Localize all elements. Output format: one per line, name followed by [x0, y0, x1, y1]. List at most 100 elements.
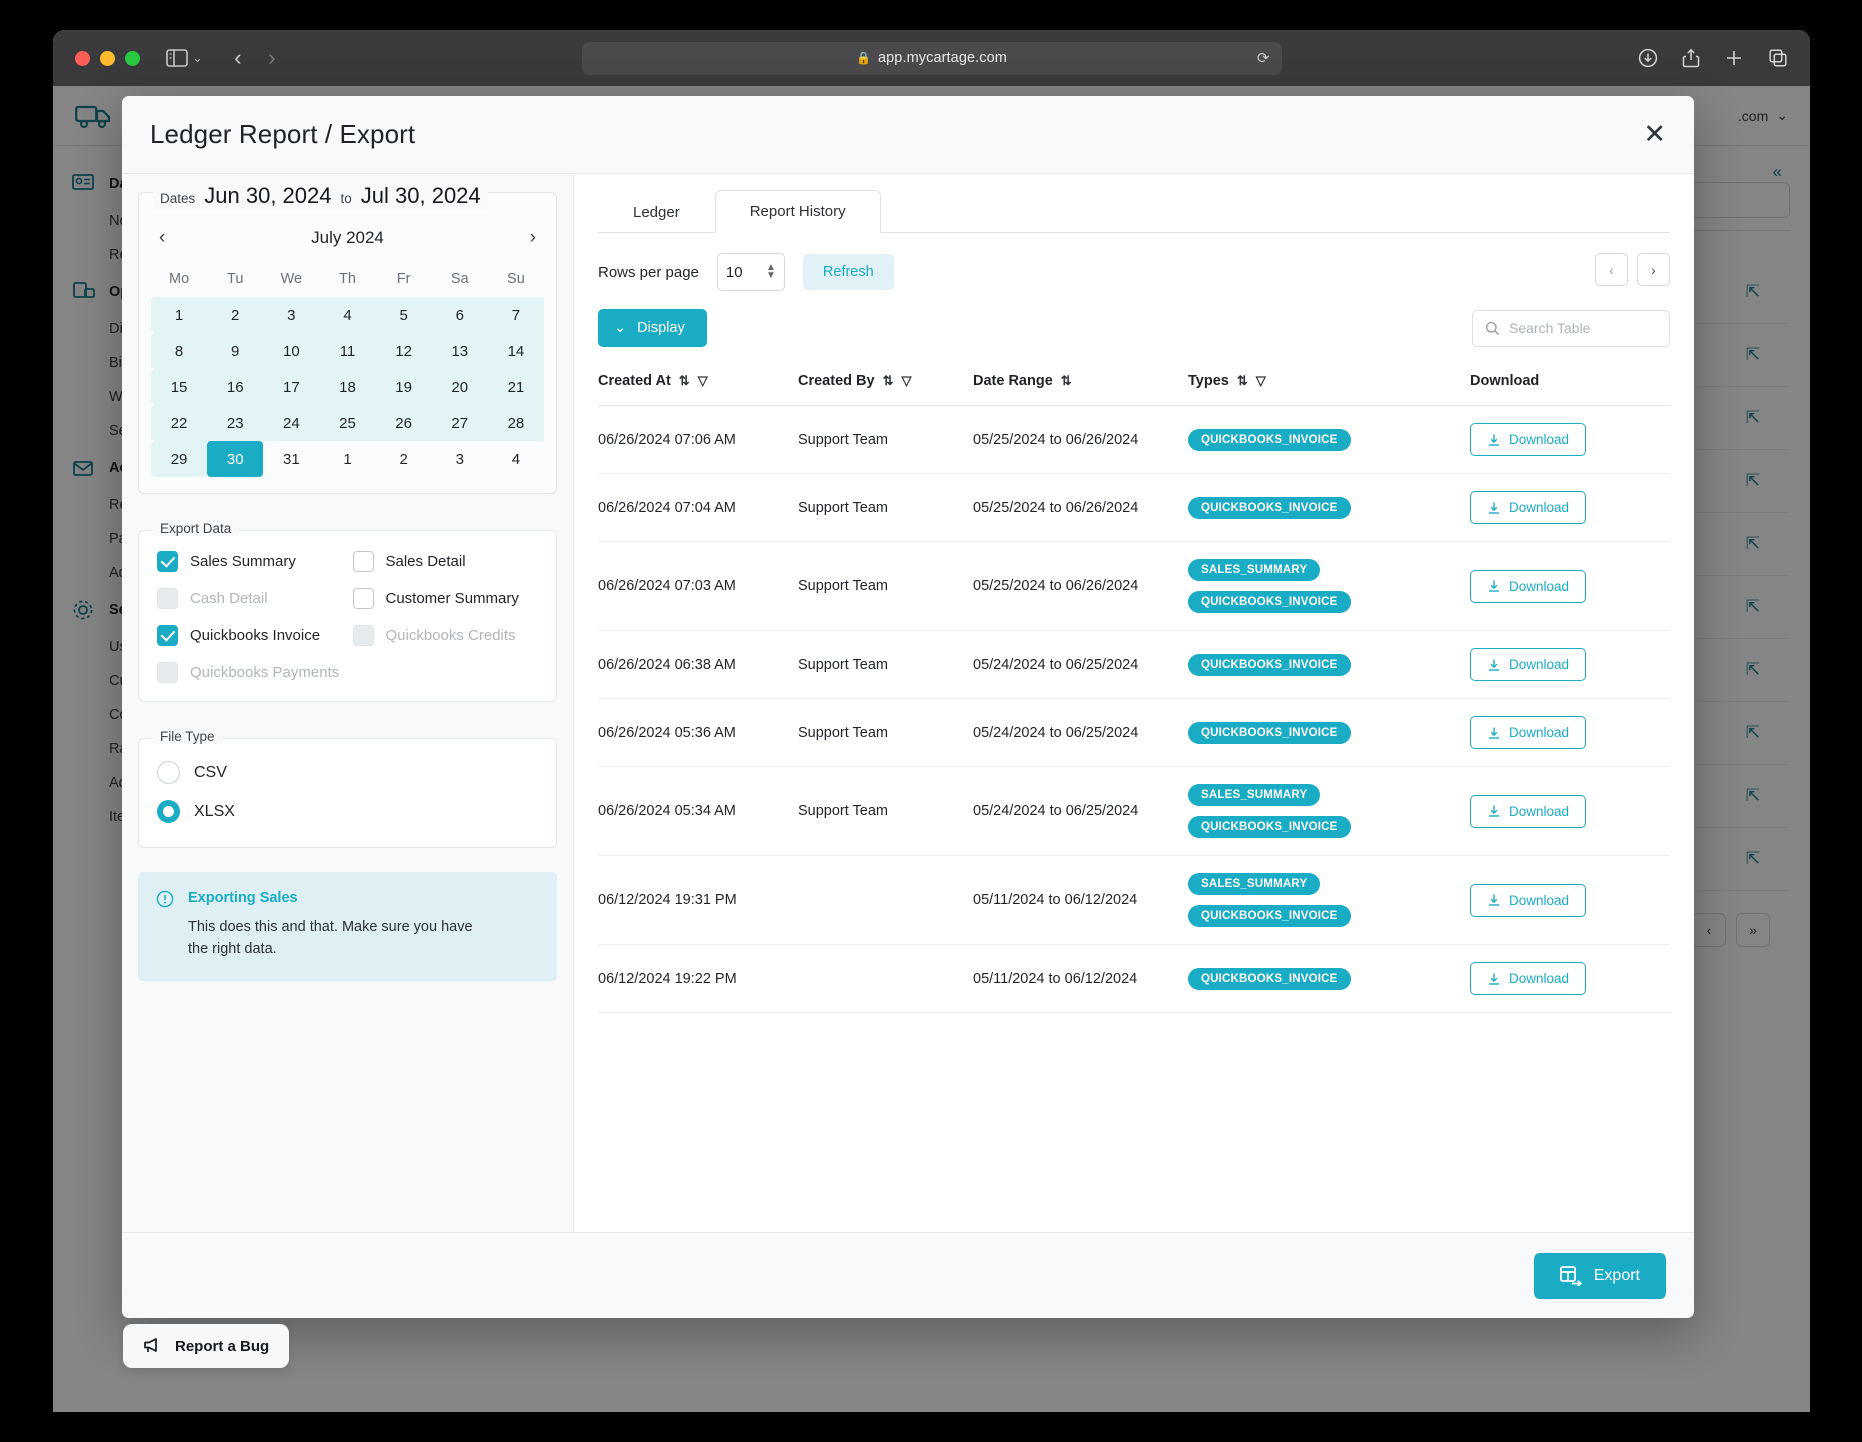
close-window-button[interactable] [75, 50, 90, 66]
table-row[interactable]: 06/26/2024 05:36 AM Support Team 05/24/202… [598, 698, 1670, 767]
download-button[interactable]: Download [1470, 716, 1587, 749]
export-option-customer-summary[interactable]: Customer Summary [352, 588, 539, 609]
calendar-day[interactable]: 12 [375, 333, 432, 369]
calendar-day[interactable]: 3 [263, 297, 320, 333]
date-from-value[interactable]: Jun 30, 2024 [204, 183, 331, 209]
download-button[interactable]: Download [1470, 794, 1587, 828]
calendar-day[interactable]: 28 [487, 405, 544, 441]
calendar-day[interactable]: 13 [431, 333, 488, 369]
rows-per-page-stepper[interactable]: 10 ▲ ▼ [716, 253, 785, 291]
sort-icon[interactable]: ⇅ [1237, 373, 1248, 389]
filter-icon[interactable]: ▽ [901, 373, 911, 389]
sidebar-toggle-icon[interactable] [166, 49, 188, 67]
chevron-right-icon[interactable]: › [530, 227, 536, 249]
table-row[interactable]: 06/26/2024 07:04 AM Support Team 05/25/202… [598, 473, 1670, 542]
address-bar[interactable]: 🔒 app.mycartage.com ⟳ [581, 41, 1282, 75]
report-a-bug-button[interactable]: Report a Bug [123, 1324, 290, 1368]
download-button[interactable]: Download [1470, 962, 1587, 995]
downloads-icon[interactable] [1638, 48, 1658, 68]
table-row[interactable]: 06/26/2024 07:06 AM Support Team 05/25/202… [598, 405, 1670, 474]
search-table-input[interactable]: Search Table [1472, 309, 1670, 347]
calendar-day[interactable]: 17 [263, 369, 320, 405]
calendar-day[interactable]: 7 [487, 297, 544, 333]
calendar-day[interactable]: 16 [207, 369, 264, 405]
download-button[interactable]: Download [1470, 423, 1587, 456]
chevron-down-icon[interactable]: ⌄ [192, 50, 203, 66]
column-header-created-by[interactable]: Created By ⇅ ▽ [798, 373, 973, 406]
checkbox-icon[interactable] [157, 625, 178, 646]
calendar-day[interactable]: 20 [431, 369, 488, 405]
tab-report-history[interactable]: Report History [714, 190, 881, 233]
calendar-day-selected[interactable]: 30 [207, 441, 264, 477]
display-button[interactable]: ⌄ Display [598, 309, 707, 347]
tab-ledger[interactable]: Ledger [598, 191, 715, 233]
export-option-sales-detail[interactable]: Sales Detail [352, 551, 539, 572]
checkbox-icon[interactable] [352, 588, 374, 609]
table-row[interactable]: 06/12/2024 19:31 PM 05/11/2024 to 06/12/2… [598, 855, 1670, 945]
sort-icon[interactable]: ⇅ [883, 373, 894, 389]
calendar-day[interactable]: 29 [151, 441, 208, 477]
back-arrow-icon[interactable]: ‹ [221, 45, 255, 71]
calendar-day[interactable]: 5 [375, 297, 432, 333]
column-header-date-range[interactable]: Date Range ⇅ [973, 373, 1188, 406]
calendar-day[interactable]: 11 [319, 333, 376, 369]
maximize-window-button[interactable] [125, 50, 140, 66]
forward-arrow-icon[interactable]: › [255, 45, 289, 71]
previous-page-button[interactable]: ‹ [1595, 253, 1628, 286]
export-option-quickbooks-invoice[interactable]: Quickbooks Invoice [157, 625, 343, 646]
calendar-day[interactable]: 21 [487, 369, 544, 405]
calendar-day[interactable]: 4 [319, 297, 376, 333]
radio-icon[interactable] [157, 761, 180, 784]
calendar-day[interactable]: 26 [375, 405, 432, 441]
download-button[interactable]: Download [1470, 569, 1587, 603]
calendar-day[interactable]: 14 [487, 333, 544, 369]
close-icon[interactable]: ✕ [1643, 121, 1666, 148]
date-to-value[interactable]: Jul 30, 2024 [361, 183, 481, 209]
file-type-option-csv[interactable]: CSV [157, 761, 538, 784]
download-button[interactable]: Download [1470, 883, 1587, 917]
column-header-types[interactable]: Types ⇅ ▽ [1188, 373, 1470, 406]
calendar-day[interactable]: 2 [207, 297, 264, 333]
calendar-day[interactable]: 9 [207, 333, 264, 369]
refresh-button[interactable]: Refresh [802, 254, 894, 290]
new-tab-icon[interactable] [1724, 48, 1744, 68]
table-row[interactable]: 06/26/2024 06:38 AM Support Team 05/24/202… [598, 630, 1670, 699]
file-type-option-xlsx[interactable]: XLSX [157, 800, 538, 823]
radio-icon[interactable] [157, 800, 180, 823]
download-button[interactable]: Download [1470, 648, 1587, 681]
sort-icon[interactable]: ⇅ [679, 373, 690, 389]
calendar-day[interactable]: 8 [151, 333, 208, 369]
next-page-button[interactable]: › [1637, 253, 1670, 286]
share-icon[interactable] [1682, 48, 1700, 68]
calendar-day[interactable]: 27 [431, 405, 488, 441]
filter-icon[interactable]: ▽ [698, 373, 708, 389]
sort-icon[interactable]: ⇅ [1061, 373, 1072, 389]
table-row[interactable]: 06/26/2024 07:03 AM Support Team 05/25/202… [598, 541, 1670, 631]
column-header-created-at[interactable]: Created At ⇅ ▽ [598, 373, 798, 406]
reload-icon[interactable]: ⟳ [1257, 49, 1270, 67]
checkbox-icon[interactable] [352, 551, 374, 572]
calendar-day[interactable]: 23 [207, 405, 264, 441]
table-row[interactable]: 06/26/2024 05:34 AM Support Team 05/24/202… [598, 766, 1670, 856]
calendar-day[interactable]: 24 [263, 405, 320, 441]
tab-overview-icon[interactable] [1768, 48, 1788, 68]
filter-icon[interactable]: ▽ [1256, 373, 1266, 389]
chevron-left-icon[interactable]: ‹ [159, 227, 165, 249]
export-option-sales-summary[interactable]: Sales Summary [157, 551, 343, 572]
calendar-day[interactable]: 25 [319, 405, 376, 441]
download-button[interactable]: Download [1470, 491, 1587, 524]
calendar-day[interactable]: 1 [151, 297, 208, 333]
export-button[interactable]: Export [1533, 1252, 1666, 1299]
calendar-day[interactable]: 19 [375, 369, 432, 405]
calendar-day[interactable]: 18 [319, 369, 376, 405]
calendar-day[interactable]: 15 [151, 369, 208, 405]
calendar-day[interactable]: 31 [263, 441, 319, 477]
download-icon [1487, 658, 1501, 672]
calendar-day[interactable]: 10 [263, 333, 320, 369]
calendar-day[interactable]: 6 [431, 297, 488, 333]
checkbox-icon[interactable] [157, 551, 178, 572]
stepper-arrows-icon[interactable]: ▲ ▼ [766, 262, 776, 281]
minimize-window-button[interactable] [100, 50, 115, 66]
table-row[interactable]: 06/12/2024 19:22 PM 05/11/2024 to 06/12/2… [598, 944, 1670, 1013]
calendar-day[interactable]: 22 [151, 405, 208, 441]
